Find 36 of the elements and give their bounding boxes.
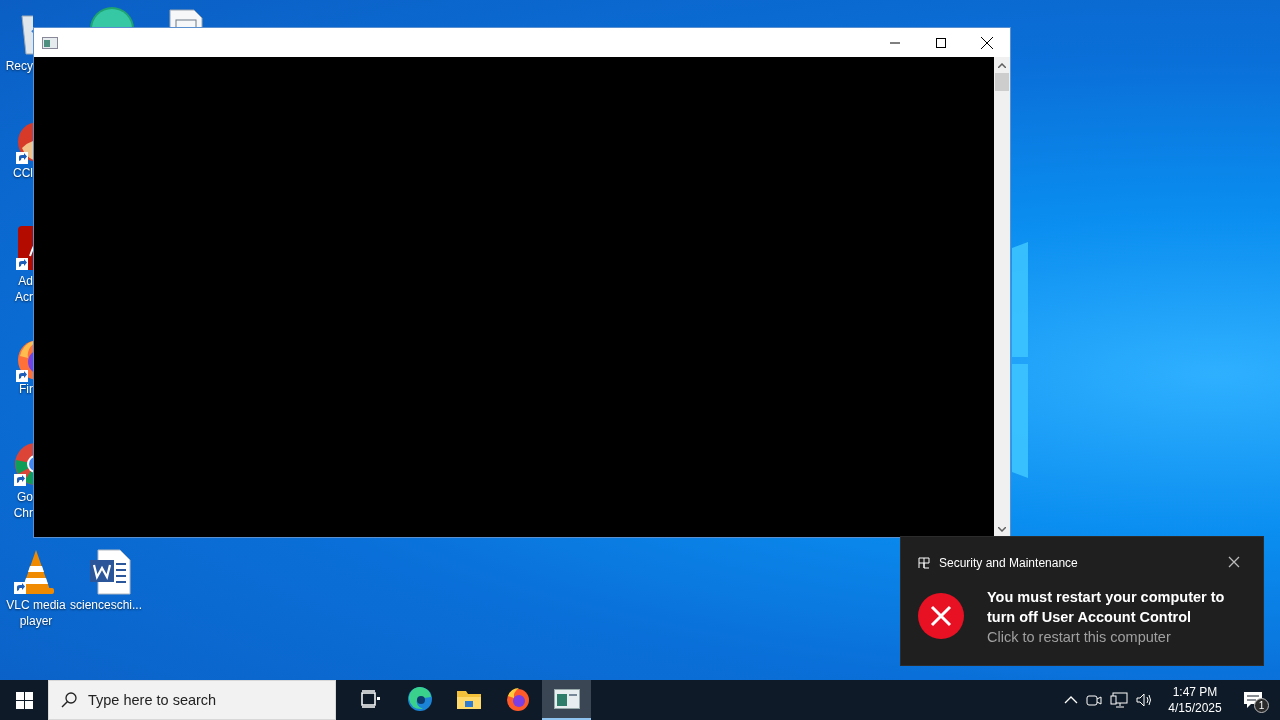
maximize-icon — [936, 37, 946, 48]
icon-label: Go — [17, 489, 33, 505]
vertical-scrollbar[interactable] — [994, 57, 1010, 537]
task-view-icon — [360, 690, 381, 708]
icon-label: scienceschi... — [70, 597, 142, 613]
console-window-icon — [42, 36, 58, 49]
icon-label: Ad — [18, 273, 33, 289]
chevron-up-icon — [1064, 696, 1078, 704]
close-icon — [981, 36, 993, 49]
notification-title: You must restart your computer to turn off User Account Control — [987, 588, 1226, 627]
action-center-button[interactable]: 1 — [1232, 680, 1274, 720]
icon-label: Acr — [15, 289, 33, 305]
firefox-icon — [504, 686, 531, 712]
notification-count: 1 — [1254, 698, 1269, 713]
notification-app-name: Security and Maintenance — [939, 556, 1078, 570]
document-icon[interactable] — [166, 8, 206, 27]
icon-label: player — [19, 613, 53, 629]
security-flag-icon — [918, 557, 930, 569]
icon-label: Recy — [5, 58, 33, 74]
acrobat-icon[interactable] — [14, 224, 33, 272]
console-window-icon — [553, 689, 580, 709]
icon-label: Fir — [19, 381, 33, 397]
search-icon — [61, 692, 77, 708]
folder-icon — [455, 688, 482, 710]
scrollbar-thumb[interactable] — [995, 73, 1009, 91]
icon-label: VLC media — [6, 597, 66, 613]
icon-label: Chr — [13, 505, 33, 521]
notification-message: Click to restart this computer — [987, 628, 1172, 647]
notification-toast[interactable]: Security and Maintenance You must restart your computer to turn off User Account Control Click to restart this computer — [900, 536, 1264, 666]
icon-label: CCl — [13, 165, 33, 181]
error-icon — [918, 593, 964, 639]
windows-logo-icon — [15, 691, 33, 709]
close-button[interactable] — [1228, 556, 1242, 570]
taskbar-app-button[interactable] — [542, 680, 591, 720]
search-field[interactable]: Type here to search — [48, 680, 336, 720]
clock[interactable]: 1:47 PM 4/15/2025 — [1158, 684, 1232, 716]
